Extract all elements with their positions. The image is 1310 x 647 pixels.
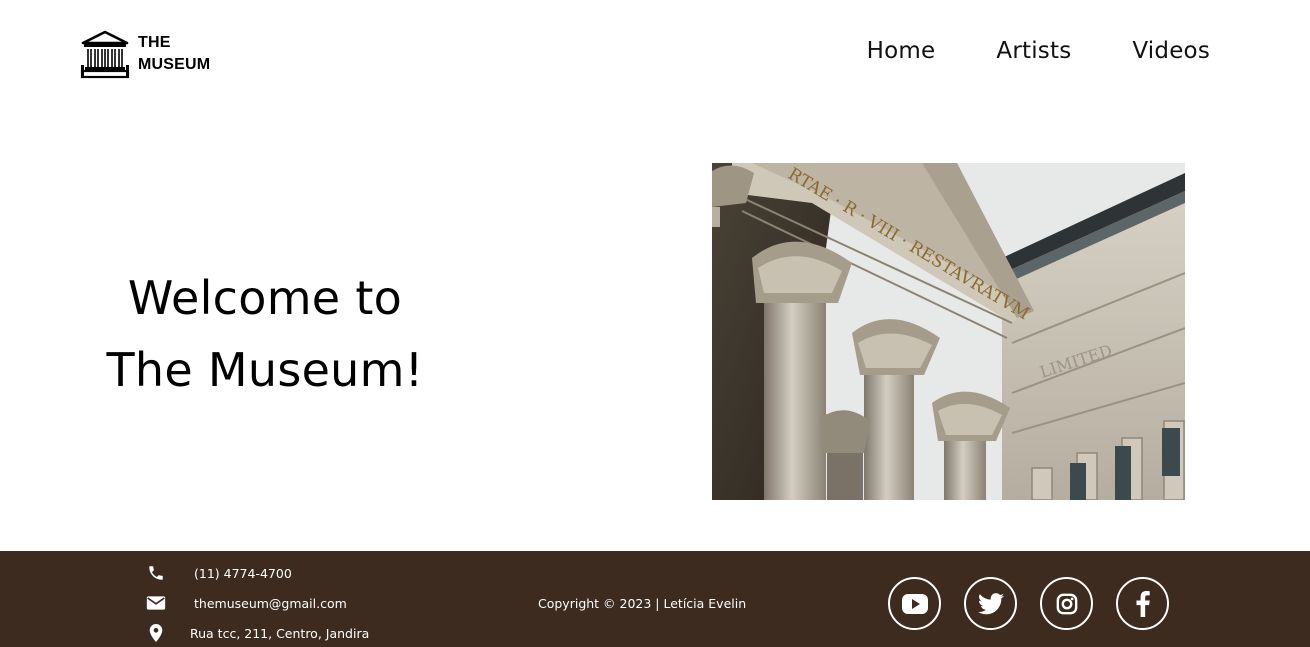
email-address: themuseum@gmail.com	[194, 595, 347, 611]
nav-home[interactable]: Home	[867, 38, 936, 64]
contact-email: themuseum@gmail.com	[146, 593, 347, 613]
address-text: Rua tcc, 211, Centro, Jandira	[190, 625, 370, 641]
brand-logo-link[interactable]: THE MUSEUM	[80, 29, 210, 79]
location-pin-icon	[146, 623, 166, 643]
brand-name-line2: MUSEUM	[138, 56, 211, 73]
brand-name-line1: THE	[138, 34, 171, 51]
twitter-link[interactable]	[964, 577, 1017, 630]
contact-phone: (11) 4774-4700	[146, 563, 292, 583]
hero-title-line1: Welcome to	[127, 271, 403, 325]
classical-building-photo: LIMITED RTAE · R · VIII · RESTAVRATVM	[712, 163, 1185, 500]
site-footer: (11) 4774-4700 themuseum@gmail.com Rua t…	[0, 551, 1310, 647]
copyright-text: Copyright © 2023 | Letícia Evelin	[538, 596, 747, 611]
instagram-link[interactable]	[1040, 577, 1093, 630]
museum-building-icon	[80, 30, 130, 79]
nav-videos[interactable]: Videos	[1132, 38, 1210, 64]
site-header: THE MUSEUM Home Artists Videos	[0, 0, 1310, 110]
social-links	[888, 577, 1169, 630]
twitter-icon	[977, 592, 1004, 614]
youtube-icon	[901, 593, 928, 614]
phone-number: (11) 4774-4700	[194, 565, 292, 581]
facebook-icon	[1136, 590, 1150, 617]
facebook-link[interactable]	[1116, 577, 1169, 630]
hero-title-line2: The Museum!	[106, 343, 424, 397]
phone-icon	[146, 563, 166, 583]
youtube-link[interactable]	[888, 577, 941, 630]
hero-title: Welcome to The Museum!	[85, 262, 445, 406]
mail-icon	[146, 593, 166, 613]
page: THE MUSEUM Home Artists Videos Welcome t…	[0, 0, 1310, 647]
main-nav: Home Artists Videos	[867, 38, 1210, 64]
nav-artists[interactable]: Artists	[996, 38, 1071, 64]
brand-name: THE MUSEUM	[138, 32, 210, 76]
instagram-icon	[1056, 593, 1077, 614]
contact-address: Rua tcc, 211, Centro, Jandira	[146, 623, 369, 643]
